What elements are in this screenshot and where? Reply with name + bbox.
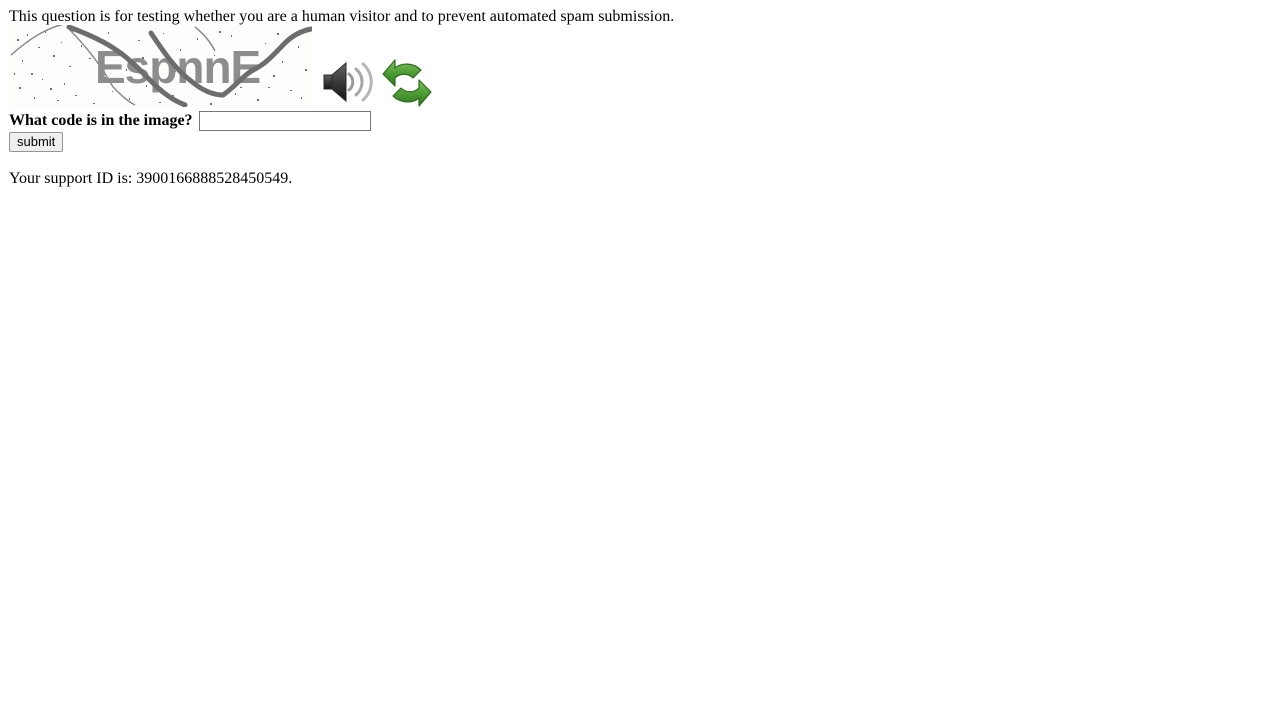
captcha-input-label: What code is in the image? <box>9 112 193 129</box>
captcha-form-row: What code is in the image? <box>9 111 371 133</box>
captcha-code-input[interactable] <box>198 111 371 131</box>
refresh-icon[interactable] <box>380 57 434 109</box>
captcha-image: EspnnE <box>9 25 312 107</box>
submit-button[interactable]: submit <box>9 132 64 152</box>
submit-row: submit <box>9 132 64 152</box>
captcha-row: EspnnE <box>9 25 432 109</box>
captcha-page: This question is for testing whether you… <box>0 0 1280 720</box>
speaker-icon[interactable] <box>322 58 380 106</box>
support-id-text: Your support ID is: 3900166888528450549. <box>9 170 293 187</box>
intro-text: This question is for testing whether you… <box>9 8 675 25</box>
